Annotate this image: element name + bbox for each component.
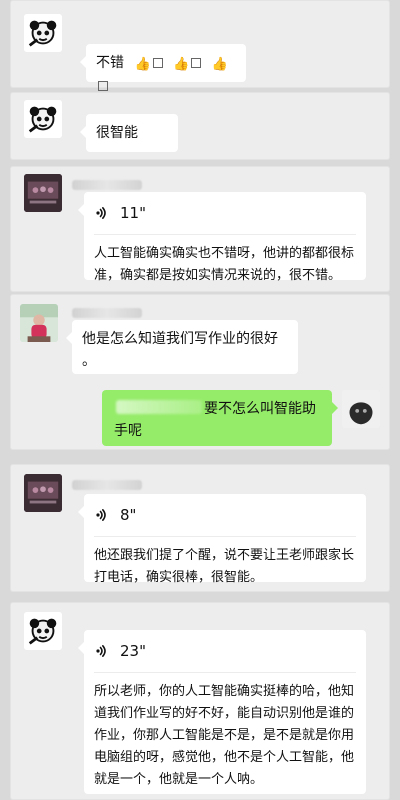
panda-avatar-icon[interactable] [24, 14, 62, 52]
chat-panel-5: 8" 他还跟我们提了个醒，说不要让王老师跟家长 打电话，确实很棒，很智能。 [10, 464, 390, 592]
chat-panel-2: 很智能 [10, 92, 390, 160]
message-bubble[interactable]: 不错 👍 👍 👍 [80, 44, 246, 91]
name-placeholder-blur [72, 480, 142, 490]
chat-panel-1: 不错 👍 👍 👍 [10, 0, 390, 91]
message-text: 很智能 [96, 125, 138, 141]
message-bubble[interactable]: 他是怎么知道我们写作业的很好 。 [66, 320, 298, 374]
voice-duration: 23" [120, 642, 146, 660]
voice-message-bubble[interactable]: 8" 他还跟我们提了个醒，说不要让王老师跟家长 打电话，确实很棒，很智能。 [78, 494, 366, 585]
blurred-text-fragment [116, 400, 202, 414]
divider [94, 672, 356, 673]
voice-transcript: 人工智能确实确实也不错呀，他讲的都都很标 准，确实都是按如实情况来说的，很不错。 [94, 246, 355, 283]
thumbs-up-icon: 👍 [134, 57, 151, 72]
divider [94, 234, 356, 235]
message-text: 要不怎么叫智能助 [204, 401, 316, 417]
name-placeholder-blur [72, 180, 142, 190]
voice-message-bubble[interactable]: 23" 所以老师，你的人工智能确实挺棒的哈，他知 道我们作业写的好不好，能自动识… [78, 630, 366, 794]
thumbs-up-icon: 👍 [173, 57, 190, 72]
voice-wave-icon [94, 643, 110, 659]
chat-panel-4: 他是怎么知道我们写作业的很好 。 要不怎么叫智能助 手呢 [10, 294, 390, 450]
message-text: 他是怎么知道我们写作业的很好 [82, 331, 278, 347]
panda-avatar-icon[interactable] [24, 100, 62, 138]
panda-avatar-icon[interactable] [24, 612, 62, 650]
divider [94, 536, 356, 537]
voice-wave-icon [94, 507, 110, 523]
missing-glyph-box [191, 58, 202, 68]
voice-row: 11" [94, 200, 356, 226]
message-text: 。 [82, 353, 96, 369]
thumbs-up-icon: 👍 [211, 57, 228, 72]
voice-message-bubble[interactable]: 11" 人工智能确实确实也不错呀，他讲的都都很标 准，确实都是按如实情况来说的，… [78, 192, 366, 283]
user-avatar-icon[interactable] [24, 174, 62, 212]
missing-glyph-box [98, 81, 108, 91]
message-text: 不错 [96, 55, 124, 71]
voice-row: 23" [94, 638, 356, 664]
missing-glyph-box [152, 58, 163, 68]
my-avatar-icon[interactable] [342, 390, 380, 428]
voice-duration: 8" [120, 506, 137, 524]
chat-panel-6: 23" 所以老师，你的人工智能确实挺棒的哈，他知 道我们作业写的好不好，能自动识… [10, 602, 390, 800]
voice-wave-icon [94, 205, 110, 221]
chat-screenshot-collage: 不错 👍 👍 👍 很智能 11" 人工智能确实确实也不错呀，他讲的都都很标 准，… [0, 0, 400, 800]
user-avatar-icon[interactable] [24, 474, 62, 512]
voice-transcript: 他还跟我们提了个醒，说不要让王老师跟家长 打电话，确实很棒，很智能。 [94, 548, 355, 585]
voice-transcript: 所以老师，你的人工智能确实挺棒的哈，他知 道我们作业写的好不好，能自动识别他是谁… [94, 684, 355, 787]
message-text: 手呢 [114, 423, 142, 439]
name-placeholder-blur [72, 308, 142, 318]
voice-duration: 11" [120, 204, 146, 222]
user-avatar-icon[interactable] [20, 304, 58, 342]
chat-panel-3: 11" 人工智能确实确实也不错呀，他讲的都都很标 准，确实都是按如实情况来说的，… [10, 166, 390, 292]
message-bubble[interactable]: 很智能 [80, 114, 178, 152]
my-message-bubble[interactable]: 要不怎么叫智能助 手呢 [102, 390, 338, 446]
voice-row: 8" [94, 502, 356, 528]
